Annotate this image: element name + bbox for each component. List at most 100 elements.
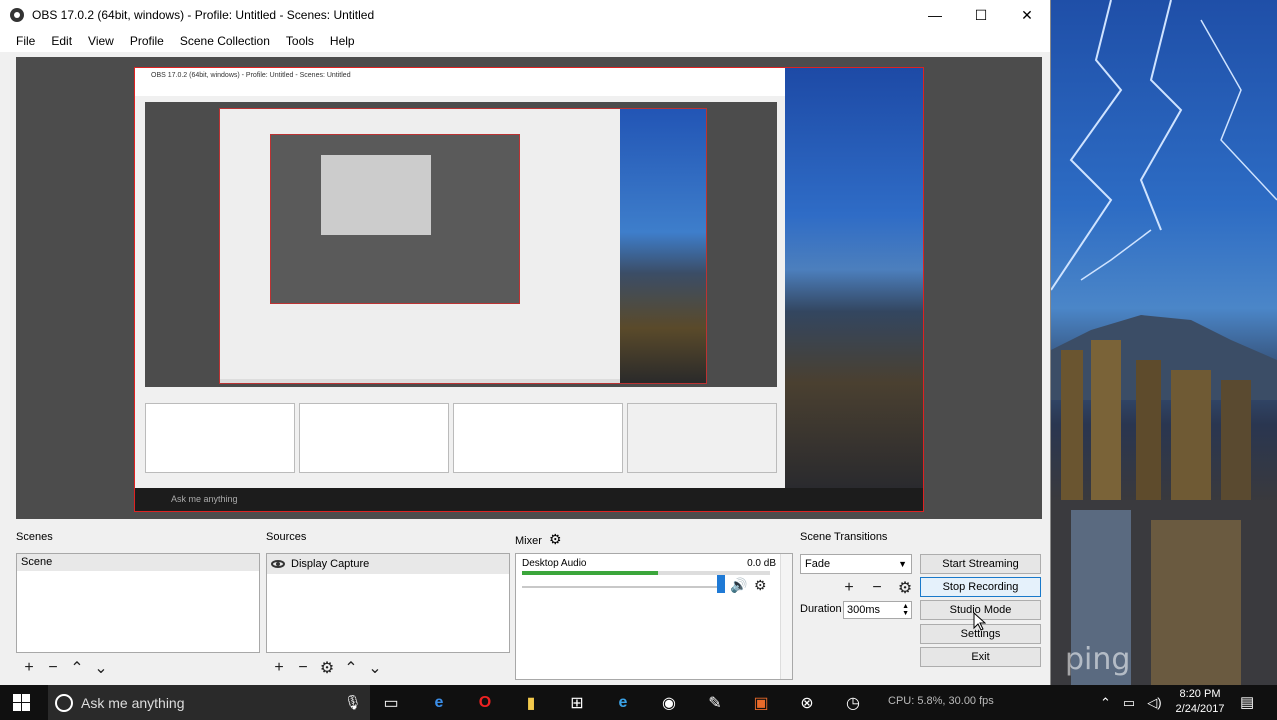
menu-tools[interactable]: Tools	[278, 34, 322, 48]
close-button[interactable]: ✕	[1004, 0, 1050, 30]
eye-icon[interactable]	[271, 560, 285, 568]
menu-help[interactable]: Help	[322, 34, 363, 48]
system-tray: ⌃ ▭ ◁)	[1100, 685, 1162, 720]
start-streaming-button[interactable]: Start Streaming	[920, 554, 1041, 574]
exit-button[interactable]: Exit	[920, 647, 1041, 667]
spin-arrows-icon[interactable]: ▲ ▼	[902, 603, 909, 617]
duration-value: 300ms	[847, 604, 881, 616]
transition-select-value: Fade	[805, 558, 831, 570]
menu-view[interactable]: View	[80, 34, 122, 48]
plus-icon[interactable]: +	[268, 657, 290, 679]
wallpaper-text: ping	[1065, 642, 1131, 677]
duration-input[interactable]: 300ms ▲ ▼	[843, 601, 912, 619]
mixer-channel-name: Desktop Audio	[522, 558, 587, 569]
minus-icon[interactable]: −	[42, 657, 64, 679]
title-bar: OBS 17.0.2 (64bit, windows) - Profile: U…	[0, 0, 1050, 30]
sources-toolbar: + − ⚙ ⌃ ⌄	[268, 655, 386, 681]
plus-icon[interactable]: +	[18, 657, 40, 679]
taskbar-clock[interactable]: 8:20 PM 2/24/2017	[1175, 687, 1225, 717]
gear-icon[interactable]: ⚙	[316, 657, 338, 679]
duration-label: Duration	[800, 603, 842, 615]
display-capture-frame[interactable]: OBS 17.0.2 (64bit, windows) - Profile: U…	[134, 67, 924, 512]
minimize-button[interactable]: —	[912, 0, 958, 30]
scenes-toolbar: + − ⌃ ⌄	[18, 655, 112, 681]
scenes-list[interactable]: Scene	[16, 553, 260, 653]
taskbar-search[interactable]: Ask me anything	[48, 685, 370, 720]
speaker-icon[interactable]: 🔊	[730, 577, 747, 594]
stop-recording-button[interactable]: Stop Recording	[920, 577, 1041, 597]
obs-icon	[10, 8, 24, 22]
store-icon[interactable]: ⊞	[566, 692, 588, 714]
opera-icon[interactable]: O	[474, 692, 496, 714]
obs-window: OBS 17.0.2 (64bit, windows) - Profile: U…	[0, 0, 1051, 685]
ie-icon[interactable]: e	[612, 692, 634, 714]
menu-profile[interactable]: Profile	[122, 34, 172, 48]
gear-icon[interactable]: ⚙	[894, 577, 916, 599]
nested-wallpaper	[620, 109, 706, 383]
nested-preview	[145, 102, 777, 387]
app-icon[interactable]: ✎	[704, 692, 726, 714]
nested-taskbar: Ask me anything	[135, 488, 923, 511]
down-icon[interactable]: ⌄	[364, 657, 386, 679]
windows-taskbar: Ask me anything 🎙 ▭ e O ▮ ⊞ e ◉ ✎ ▣ ⊗ ◷ …	[0, 685, 1277, 720]
file-explorer-icon[interactable]: ▮	[520, 692, 542, 714]
menu-scene-collection[interactable]: Scene Collection	[172, 34, 278, 48]
app-icon-2[interactable]: ▣	[750, 692, 772, 714]
task-view-icon[interactable]: ▭	[380, 692, 402, 714]
mixer-label-text: Mixer	[515, 535, 542, 547]
nested-scenes	[145, 393, 295, 488]
mixer-scrollbar[interactable]	[780, 554, 792, 679]
mixer-label: Mixer ⚙	[515, 531, 562, 548]
windows-start-icon[interactable]	[13, 694, 31, 712]
nested-sources	[299, 393, 449, 488]
preview-canvas[interactable]: OBS 17.0.2 (64bit, windows) - Profile: U…	[16, 57, 1042, 519]
mouse-cursor	[973, 612, 986, 631]
lightning-graphic	[1051, 0, 1277, 685]
chevron-down-icon: ▼	[898, 559, 907, 569]
transitions-label: Scene Transitions	[800, 531, 888, 543]
menu-edit[interactable]: Edit	[43, 34, 80, 48]
volume-icon[interactable]: ◁)	[1147, 695, 1161, 711]
xbox-icon[interactable]: ⊗	[796, 692, 818, 714]
network-icon[interactable]: ▭	[1123, 695, 1135, 711]
scenes-label: Scenes	[16, 531, 53, 543]
deepest-preview	[321, 155, 431, 235]
clock-time: 8:20 PM	[1179, 688, 1221, 700]
notification-icon[interactable]: ▤	[1240, 693, 1254, 711]
source-item[interactable]: Display Capture	[267, 554, 509, 574]
sources-label: Sources	[266, 531, 307, 543]
edge-icon[interactable]: e	[428, 692, 450, 714]
maximize-button[interactable]: ☐	[958, 0, 1004, 30]
nested-title: OBS 17.0.2 (64bit, windows) - Profile: U…	[135, 68, 785, 84]
volume-meter	[522, 571, 770, 575]
search-placeholder: Ask me anything	[81, 694, 185, 711]
source-label: Display Capture	[291, 558, 370, 570]
menu-bar: File Edit View Profile Scene Collection …	[0, 30, 1050, 52]
deeper-preview	[270, 134, 520, 304]
minus-icon[interactable]: −	[866, 577, 888, 599]
up-icon[interactable]: ⌃	[66, 657, 88, 679]
captured-wallpaper	[785, 68, 923, 488]
cortana-icon	[55, 693, 73, 712]
transition-select[interactable]: Fade ▼	[800, 554, 912, 574]
mixer-panel: Desktop Audio 0.0 dB 🔊 ⚙	[515, 553, 793, 680]
volume-slider-handle[interactable]	[717, 575, 725, 593]
menu-file[interactable]: File	[8, 34, 43, 48]
minus-icon[interactable]: −	[292, 657, 314, 679]
chevron-up-icon[interactable]: ⌃	[1100, 695, 1111, 711]
scene-item[interactable]: Scene	[17, 554, 259, 571]
up-icon[interactable]: ⌃	[340, 657, 362, 679]
nested-controls	[627, 393, 777, 488]
gear-icon[interactable]: ⚙	[754, 577, 767, 594]
volume-slider-track[interactable]	[522, 586, 722, 588]
nested-obs-window: OBS 17.0.2 (64bit, windows) - Profile: U…	[135, 68, 785, 488]
cpu-status: CPU: 5.8%, 30.00 fps	[888, 695, 994, 707]
mic-icon[interactable]: 🎙	[344, 694, 362, 711]
down-icon[interactable]: ⌄	[90, 657, 112, 679]
plus-icon[interactable]: +	[838, 577, 860, 599]
clock-icon[interactable]: ◷	[842, 692, 864, 714]
gear-icon[interactable]: ⚙	[549, 531, 562, 547]
sources-list[interactable]: Display Capture	[266, 553, 510, 653]
nested-mixer	[453, 393, 623, 488]
obs-taskbar-icon[interactable]: ◉	[658, 692, 680, 714]
